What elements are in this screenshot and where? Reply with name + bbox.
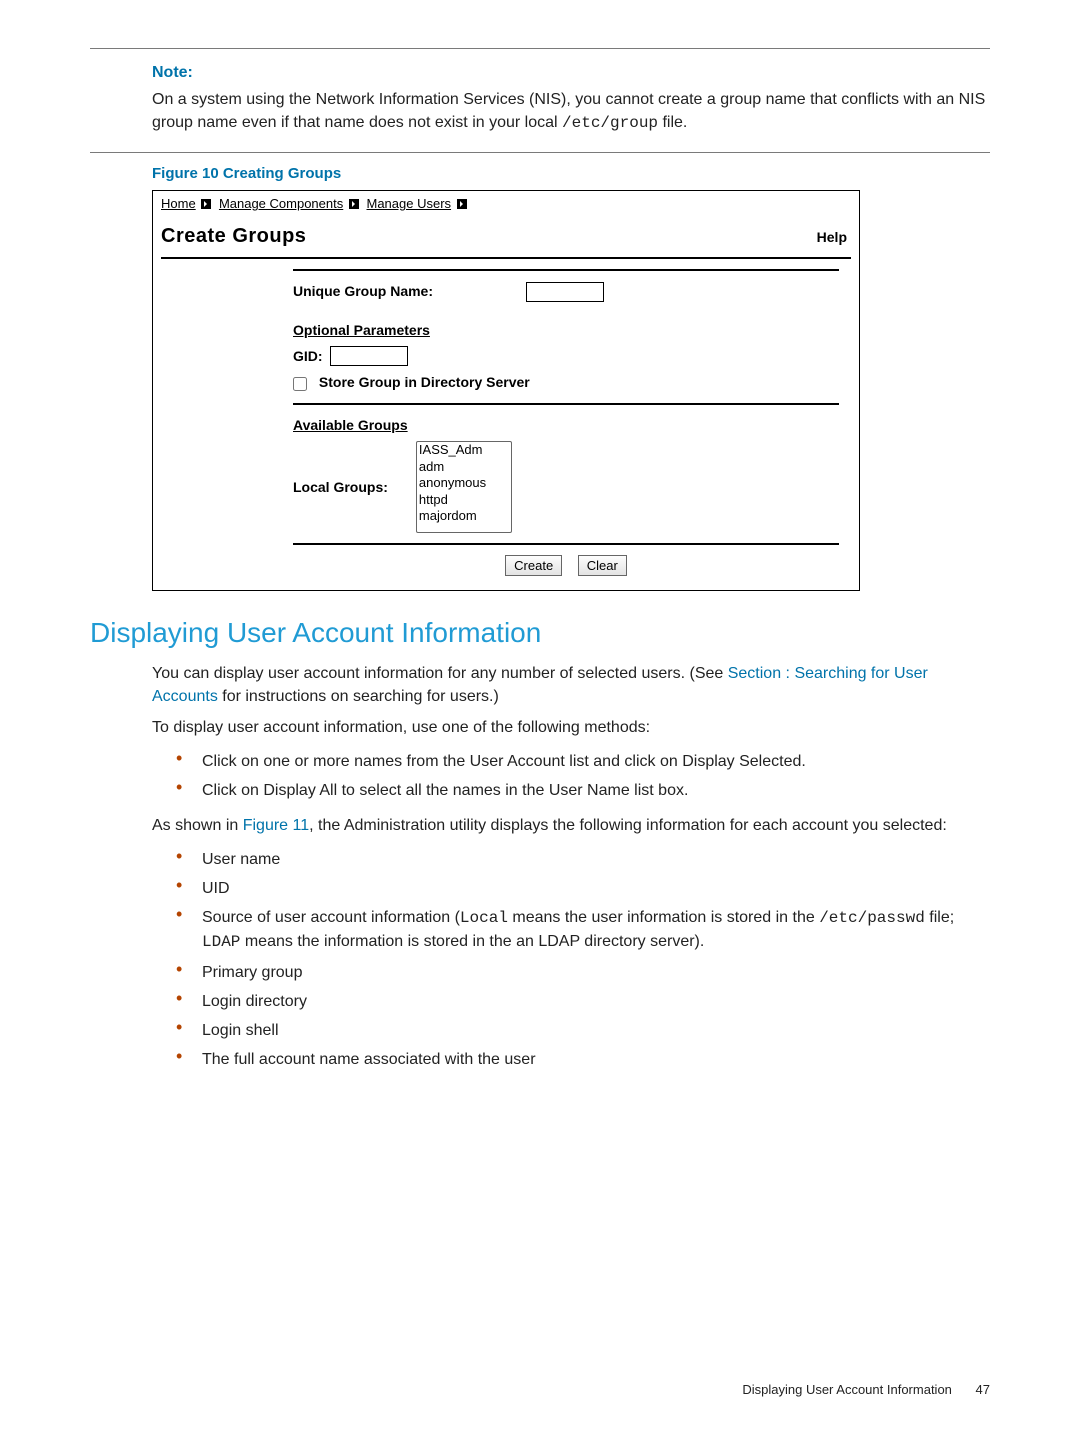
info-list: User name UID Source of user account inf…: [172, 845, 990, 1075]
section-heading: Displaying User Account Information: [90, 613, 990, 654]
unique-group-name-input[interactable]: [526, 282, 604, 302]
src-post: means the information is stored in the a…: [240, 933, 704, 950]
help-link[interactable]: Help: [817, 227, 847, 247]
available-groups-heading: Available Groups: [293, 417, 408, 433]
list-item: UID: [172, 874, 990, 903]
create-groups-screenshot: Home Manage Components Manage Users Crea…: [152, 190, 860, 591]
methods-list: Click on one or more names from the User…: [172, 747, 990, 805]
list-item[interactable]: majordom: [417, 508, 511, 525]
unique-group-name-label: Unique Group Name:: [293, 283, 433, 299]
src-mid1: means the user information is stored in …: [508, 909, 819, 926]
src-pre: Source of user account information (: [202, 909, 460, 926]
store-directory-checkbox[interactable]: [293, 377, 307, 391]
list-item[interactable]: IASS_Adm: [417, 442, 511, 459]
src-mid2: file;: [925, 909, 954, 926]
breadcrumb-manage-components[interactable]: Manage Components: [219, 196, 343, 211]
breadcrumb-sep-icon: [457, 199, 467, 209]
list-item[interactable]: adm: [417, 459, 511, 476]
list-item: The full account name associated with th…: [172, 1045, 990, 1074]
breadcrumb-sep-icon: [349, 199, 359, 209]
breadcrumb-manage-users[interactable]: Manage Users: [367, 196, 452, 211]
list-item[interactable]: httpd: [417, 492, 511, 509]
list-item: Login directory: [172, 987, 990, 1016]
breadcrumb-sep-icon: [201, 199, 211, 209]
breadcrumb-home[interactable]: Home: [161, 196, 196, 211]
local-groups-label: Local Groups:: [293, 477, 388, 497]
store-directory-label: Store Group in Directory Server: [319, 374, 530, 390]
footer-title: Displaying User Account Information: [742, 1382, 952, 1397]
note-body: On a system using the Network Informatio…: [152, 88, 990, 135]
page-number: 47: [976, 1382, 990, 1397]
list-item: User name: [172, 845, 990, 874]
note-code: /etc/group: [562, 114, 658, 132]
src-c2: /etc/passwd: [819, 909, 925, 927]
list-item: Source of user account information (Loca…: [172, 903, 990, 957]
note-label: Note:: [152, 61, 990, 84]
src-c1: Local: [460, 909, 508, 927]
paragraph: As shown in Figure 11, the Administratio…: [152, 814, 990, 837]
p3-post: , the Administration utility displays th…: [309, 817, 947, 834]
paragraph: To display user account information, use…: [152, 716, 990, 739]
optional-parameters-heading: Optional Parameters: [293, 322, 430, 338]
gid-input[interactable]: [330, 346, 408, 366]
list-item: Login shell: [172, 1016, 990, 1045]
list-item: Click on one or more names from the User…: [172, 747, 990, 776]
figure-caption: Figure 10 Creating Groups: [152, 163, 990, 185]
paragraph: You can display user account information…: [152, 662, 990, 708]
list-item: Click on Display All to select all the n…: [172, 776, 990, 805]
gid-label: GID:: [293, 348, 323, 364]
local-groups-select[interactable]: IASS_Adm adm anonymous httpd majordom: [416, 441, 512, 533]
p1-post: for instructions on searching for users.…: [218, 688, 499, 705]
p3-pre: As shown in: [152, 817, 243, 834]
page-footer: Displaying User Account Information 47: [742, 1381, 990, 1400]
list-item: Primary group: [172, 958, 990, 987]
list-item[interactable]: anonymous: [417, 475, 511, 492]
clear-button[interactable]: Clear: [578, 555, 627, 576]
src-c3: LDAP: [202, 933, 240, 951]
link-figure-11[interactable]: Figure 11: [243, 817, 309, 834]
note-text-post: file.: [658, 114, 687, 131]
p1-pre: You can display user account information…: [152, 665, 728, 682]
breadcrumb: Home Manage Components Manage Users: [153, 191, 859, 216]
create-button[interactable]: Create: [505, 555, 562, 576]
page-title: Create Groups: [161, 222, 306, 251]
